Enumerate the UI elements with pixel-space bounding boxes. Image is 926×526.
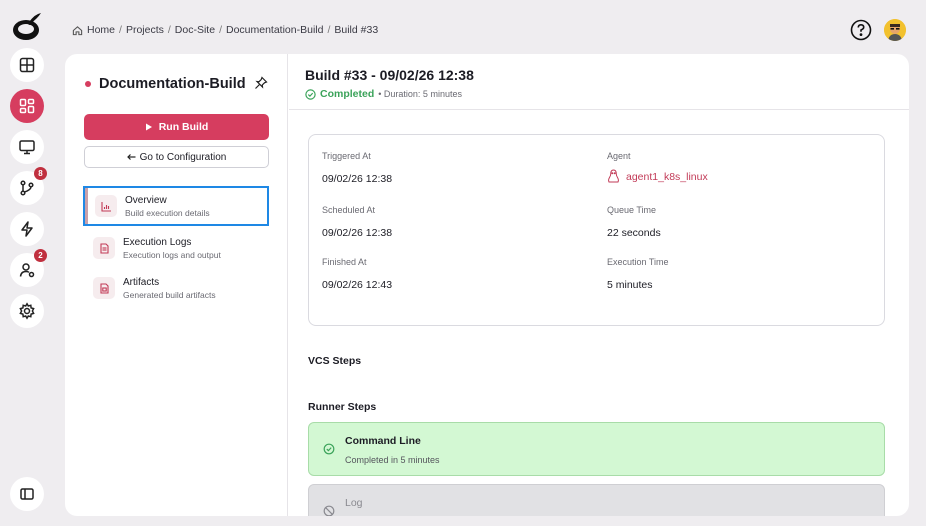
breadcrumb-projects[interactable]: Projects — [126, 24, 164, 36]
breadcrumb-separator: / — [119, 24, 122, 36]
menu-item-title: Artifacts — [123, 276, 160, 288]
run-build-button[interactable]: Run Build — [84, 114, 269, 140]
divider — [289, 109, 909, 110]
lightning-icon — [21, 221, 33, 237]
sidebar-toggle-button[interactable] — [10, 477, 44, 511]
left-rail: 8 2 — [0, 0, 52, 526]
field-value: 09/02/26 12:38 — [322, 227, 393, 239]
users-badge: 2 — [34, 249, 47, 262]
finished-at-field: Finished At 09/02/26 12:43 — [322, 257, 392, 291]
field-value: 09/02/26 12:38 — [322, 173, 393, 185]
pin-icon[interactable] — [254, 76, 268, 90]
agent-field: Agent agent1_k8s_linux — [607, 151, 708, 184]
linux-icon — [608, 169, 619, 183]
arrow-left-icon — [126, 154, 136, 160]
field-label: Agent — [607, 151, 631, 161]
scheduled-at-field: Scheduled At 09/02/26 12:38 — [322, 205, 392, 239]
runner-step-command-line[interactable]: Command Line Completed in 5 minutes — [308, 422, 885, 476]
git-branch-icon — [20, 180, 34, 196]
nav-users-button[interactable]: 2 — [10, 249, 47, 287]
breadcrumb-build-config[interactable]: Documentation-Build — [226, 24, 323, 36]
build-sidebar: Documentation-Build Run Build Go to Conf… — [65, 54, 288, 516]
menu-item-overview[interactable]: Overview Build execution details — [83, 186, 269, 226]
file-icon — [93, 277, 115, 299]
gear-icon — [19, 302, 35, 320]
sidebar-toggle-icon — [20, 488, 34, 500]
build-title: Build #33 - 09/02/26 12:38 — [305, 67, 474, 83]
dashboard-grid-icon — [19, 98, 35, 114]
monitor-icon — [19, 140, 35, 155]
check-circle-icon — [323, 443, 335, 455]
user-avatar-icon — [884, 19, 906, 41]
field-label: Execution Time — [607, 257, 669, 267]
vcs-badge: 8 — [34, 167, 47, 180]
nav-boards-button[interactable] — [10, 48, 44, 82]
field-label: Queue Time — [607, 205, 657, 215]
triggered-at-field: Triggered At 09/02/26 12:38 — [322, 151, 392, 185]
breadcrumb-separator: / — [167, 24, 171, 36]
status-badge: Completed — [320, 88, 375, 100]
runner-steps-heading: Runner Steps — [308, 401, 377, 413]
menu-item-subtitle: Build execution details — [125, 207, 210, 218]
menu-item-subtitle: Generated build artifacts — [123, 289, 216, 300]
nav-dashboard-button[interactable] — [10, 89, 44, 123]
nav-vcs-button[interactable]: 8 — [10, 167, 47, 205]
build-info-box: Triggered At 09/02/26 12:38 Agent agent1… — [308, 134, 885, 326]
field-value: 22 seconds — [607, 227, 661, 239]
menu-item-title: Execution Logs — [123, 236, 192, 248]
breadcrumb-separator: / — [327, 24, 331, 36]
go-to-configuration-button[interactable]: Go to Configuration — [84, 146, 269, 168]
agent-link[interactable]: agent1_k8s_linux — [607, 169, 708, 184]
project-title: Documentation-Build — [85, 76, 246, 92]
run-build-label: Run Build — [158, 121, 209, 133]
field-value: 5 minutes — [607, 279, 653, 291]
breadcrumb-home[interactable]: Home — [87, 24, 115, 36]
step-status: Completed in 5 minutes — [345, 455, 440, 465]
queue-time-field: Queue Time 22 seconds — [607, 205, 661, 239]
build-status-row: Completed • Duration: 5 minutes — [305, 88, 462, 100]
project-name: Documentation-Build — [99, 76, 246, 92]
check-circle-icon — [305, 88, 316, 100]
field-label: Scheduled At — [322, 205, 376, 215]
build-details: Build #33 - 09/02/26 12:38 Completed • D… — [289, 54, 909, 516]
disabled-icon — [323, 505, 335, 516]
step-name: Log — [345, 497, 363, 509]
chart-icon — [95, 195, 117, 217]
breadcrumb-current: Build #33 — [334, 24, 379, 36]
play-icon — [145, 123, 152, 131]
help-icon[interactable] — [850, 19, 872, 41]
go-to-configuration-label: Go to Configuration — [139, 151, 227, 163]
main-card: Documentation-Build Run Build Go to Conf… — [65, 54, 909, 516]
nav-agents-button[interactable] — [10, 130, 44, 164]
menu-item-artifacts[interactable]: Artifacts Generated build artifacts — [83, 268, 269, 308]
breadcrumb-separator: / — [219, 24, 222, 36]
breadcrumb-project[interactable]: Doc-Site — [175, 24, 215, 36]
step-name: Command Line — [345, 435, 421, 447]
vcs-steps-heading: VCS Steps — [308, 355, 362, 367]
field-label: Finished At — [322, 257, 367, 267]
agent-name: agent1_k8s_linux — [626, 170, 708, 183]
app-logo[interactable] — [11, 10, 43, 42]
breadcrumb: Home / Projects / Doc-Site / Documentati… — [72, 24, 378, 36]
build-duration: • Duration: 5 minutes — [378, 89, 462, 99]
status-dot — [85, 81, 91, 87]
home-icon — [72, 25, 83, 35]
menu-item-title: Overview — [125, 194, 167, 206]
nav-triggers-button[interactable] — [10, 212, 44, 246]
nav-settings-button[interactable] — [10, 294, 44, 328]
execution-time-field: Execution Time 5 minutes — [607, 257, 669, 291]
document-icon — [93, 237, 115, 259]
field-value: 09/02/26 12:43 — [322, 279, 393, 291]
layout-board-icon — [19, 57, 35, 73]
user-settings-icon — [19, 263, 35, 278]
avatar[interactable] — [884, 19, 906, 41]
menu-item-execution-logs[interactable]: Execution Logs Execution logs and output — [83, 228, 269, 268]
selected-indicator — [85, 188, 88, 224]
field-label: Triggered At — [322, 151, 371, 161]
menu-item-subtitle: Execution logs and output — [123, 249, 221, 260]
runner-step-log[interactable]: Log — [308, 484, 885, 516]
